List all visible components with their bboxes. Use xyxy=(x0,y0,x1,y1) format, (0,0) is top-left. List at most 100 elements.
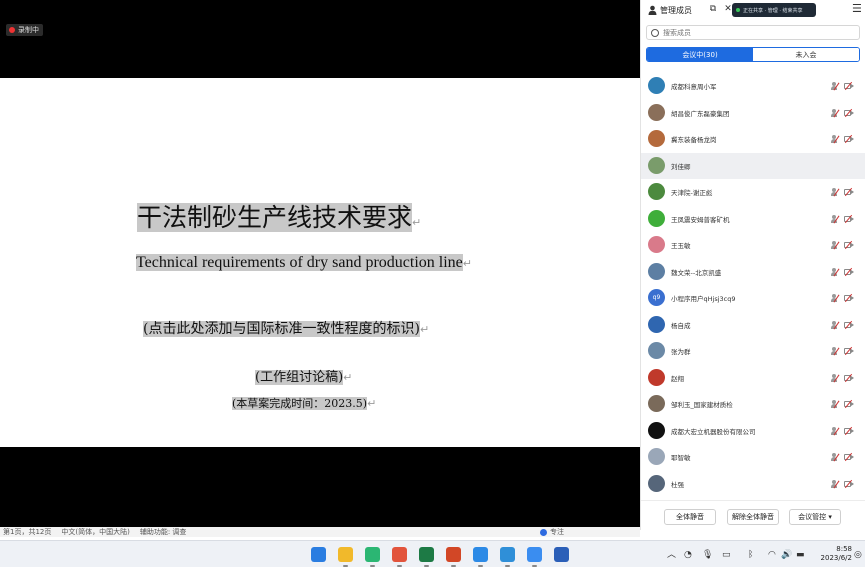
wifi-icon[interactable]: ◠ xyxy=(768,550,776,560)
camera-off-icon[interactable] xyxy=(844,373,855,382)
battery-icon[interactable]: ▬ xyxy=(796,550,805,560)
camera-off-icon[interactable] xyxy=(844,452,855,462)
participant-row[interactable]: 天津院-谢正彪 xyxy=(641,179,865,205)
bluetooth-icon[interactable]: ᛒ xyxy=(748,550,753,560)
page-info[interactable]: 第1页，共12页 xyxy=(3,527,51,537)
pdf-reader-icon[interactable] xyxy=(392,547,407,562)
search-input[interactable] xyxy=(663,28,843,37)
participant-row[interactable]: 张为群 xyxy=(641,338,865,364)
participant-row[interactable]: 冀东装备杨龙岗 xyxy=(641,126,865,152)
camera-off-icon[interactable] xyxy=(844,81,855,91)
draft-date: (本草案完成时间：2023.5)↵ xyxy=(232,397,377,410)
camera-off-icon[interactable] xyxy=(844,293,855,303)
mic-muted-icon[interactable] xyxy=(831,453,840,462)
participant-list: 成都科意周小军 胡昌俊广东磊豪集团 冀东装备杨龙岗刘佳卿天津院-谢正彪王凤震安姆普客… xyxy=(641,73,865,498)
participant-name: 天津院-谢正彪 xyxy=(671,189,713,197)
sharing-status-pill[interactable]: 正在共享 · 管理 · 结束共享 xyxy=(732,3,816,17)
camera-off-icon[interactable] xyxy=(844,320,855,329)
excel-icon[interactable] xyxy=(419,547,434,562)
participant-row[interactable]: 刘佳卿 xyxy=(641,152,865,179)
accessibility-status[interactable]: 辅助功能: 调查 xyxy=(140,527,187,537)
mute-all-button[interactable]: 全体静音 xyxy=(664,509,716,525)
participant-row[interactable]: 胡昌俊广东磊豪集团 xyxy=(641,100,865,126)
meeting-icon[interactable] xyxy=(473,547,488,562)
participant-row[interactable]: 魏文荣--北京凯盛 xyxy=(641,259,865,285)
member-search[interactable] xyxy=(646,25,860,40)
mic-muted-icon[interactable] xyxy=(831,347,840,356)
meeting-control-button[interactable]: 会议管控 ▾ xyxy=(789,509,841,525)
app-tray-icon[interactable]: ◔ xyxy=(684,550,692,560)
microphone-icon[interactable]: 🎙 xyxy=(702,550,713,560)
keyboard-icon[interactable]: ▭ xyxy=(722,550,731,560)
camera-off-icon[interactable] xyxy=(844,214,855,223)
participant-row[interactable]: 成都科意周小军 xyxy=(641,73,865,99)
focus-mode[interactable]: 专注 xyxy=(550,527,564,537)
participant-row[interactable]: 王凤震安姆普客矿机 xyxy=(641,206,865,232)
mic-muted-icon[interactable] xyxy=(831,479,840,489)
mic-muted-icon[interactable] xyxy=(831,214,840,224)
participant-row[interactable]: 杨自成 xyxy=(641,312,865,338)
participant-row[interactable]: 耶智敏 xyxy=(641,444,865,470)
user-icon xyxy=(648,5,657,15)
participant-row[interactable]: 王玉敏 xyxy=(641,232,865,258)
tab-not-joined[interactable]: 未入会 xyxy=(753,48,859,61)
letterbox-bottom xyxy=(0,447,640,530)
unmute-all-button[interactable]: 解除全体静音 xyxy=(727,509,779,525)
chevron-up-icon[interactable]: ︿ xyxy=(667,550,676,560)
mic-muted-icon[interactable] xyxy=(831,108,840,118)
mic-muted-icon[interactable] xyxy=(831,267,840,277)
photos-icon[interactable] xyxy=(500,547,515,562)
wps-icon[interactable] xyxy=(527,547,542,562)
record-icon xyxy=(9,27,15,33)
camera-off-icon[interactable] xyxy=(844,108,855,117)
mic-muted-icon[interactable] xyxy=(831,373,840,383)
avatar: q9 xyxy=(648,289,665,306)
mic-muted-icon[interactable] xyxy=(831,294,840,303)
participant-name: 王凤震安姆普客矿机 xyxy=(671,215,730,224)
windows-start-icon[interactable] xyxy=(311,547,326,562)
word-icon[interactable] xyxy=(554,547,569,562)
mic-muted-icon[interactable] xyxy=(831,135,840,144)
wechat-icon[interactable] xyxy=(365,547,380,562)
member-tabs: 会议中(30) 未入会 xyxy=(646,47,860,62)
participant-name: 成都大宏立机器股份有限公司 xyxy=(671,427,756,436)
mic-muted-icon[interactable] xyxy=(831,426,840,436)
camera-off-icon[interactable] xyxy=(844,267,855,276)
participant-name: 王玉敏 xyxy=(671,242,691,250)
menu-icon[interactable]: ☰ xyxy=(852,3,862,15)
camera-off-icon[interactable] xyxy=(844,399,855,409)
notification-icon[interactable]: ◎ xyxy=(854,550,862,560)
camera-off-icon[interactable] xyxy=(844,187,855,197)
camera-off-icon[interactable] xyxy=(844,240,855,250)
mic-muted-icon[interactable] xyxy=(831,188,840,197)
panel-footer: 全体静音 解除全体静音 会议管控 ▾ xyxy=(641,500,865,530)
camera-off-icon[interactable] xyxy=(844,426,855,435)
paragraph-mark-icon: ↵ xyxy=(343,371,353,384)
participant-row[interactable]: q9 小程序用户qHjsj3cq9 xyxy=(641,285,865,311)
camera-off-icon[interactable] xyxy=(844,346,855,356)
mic-muted-icon[interactable] xyxy=(831,400,840,409)
paragraph-mark-icon: ↵ xyxy=(462,257,472,270)
language-status[interactable]: 中文(简体，中国大陆) xyxy=(61,527,129,537)
volume-icon[interactable]: 🔊 xyxy=(781,550,792,560)
camera-off-icon[interactable] xyxy=(844,479,855,488)
participant-row[interactable]: 赵翔 xyxy=(641,365,865,391)
popout-icon[interactable]: ⧉ xyxy=(708,4,718,14)
avatar xyxy=(648,421,665,439)
participant-row[interactable]: 邹利玉_国家建材质检 xyxy=(641,391,865,417)
camera-off-icon[interactable] xyxy=(844,134,855,144)
system-clock[interactable]: 8:58 2023/6/2 xyxy=(818,545,852,563)
powerpoint-icon[interactable] xyxy=(446,547,461,562)
file-explorer-icon[interactable] xyxy=(338,547,353,562)
mic-muted-icon[interactable] xyxy=(831,82,840,91)
participant-row[interactable]: 成都大宏立机器股份有限公司 xyxy=(641,418,865,444)
document-title: 干法制砂生产线技术要求↵ xyxy=(137,203,422,232)
mic-muted-icon[interactable] xyxy=(831,320,840,330)
participant-row[interactable]: 杜强 xyxy=(641,471,865,497)
recording-label: 录制中 xyxy=(18,26,39,34)
paragraph-mark-icon: ↵ xyxy=(412,216,422,229)
participant-name: 刘佳卿 xyxy=(671,162,691,171)
tab-in-meeting[interactable]: 会议中(30) xyxy=(647,48,753,61)
mic-muted-icon[interactable] xyxy=(831,241,840,250)
avatar xyxy=(648,236,665,253)
